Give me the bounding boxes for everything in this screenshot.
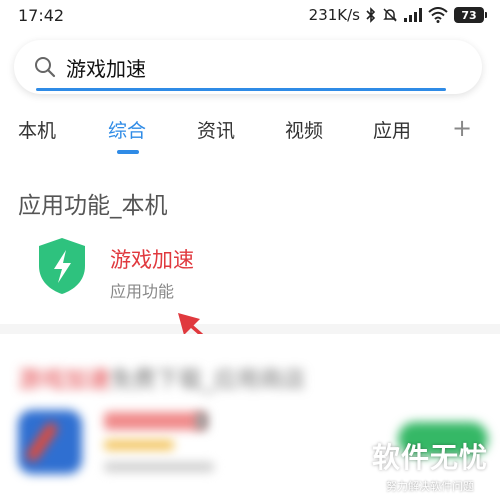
section-title: 应用功能_本机 (18, 193, 168, 219)
search-input[interactable] (66, 55, 426, 79)
signal-icon (404, 8, 422, 22)
watermark-sub: 努力解决软件问题 (386, 480, 474, 493)
tab-news[interactable]: 资讯 (197, 116, 235, 143)
tab-bar: 本机 综合 资讯 视频 应用 (0, 108, 500, 156)
tab-overall[interactable]: 综合 (108, 116, 146, 143)
tab-apps[interactable]: 应用 (373, 116, 411, 143)
result-subtitle: 应用功能 (110, 282, 175, 301)
blurred-rating-stars (104, 440, 174, 450)
blurred-app-name (104, 412, 204, 430)
wifi-icon (428, 7, 448, 23)
watermark: 软件无忧 努力解决软件问题 (360, 436, 500, 497)
shield-lightning-icon[interactable] (36, 236, 88, 296)
status-icons: 231K/s 73 (308, 6, 487, 24)
blurred-result-title: 游戏加速免费下载_应用商店 (18, 360, 306, 394)
search-box[interactable] (14, 40, 482, 94)
tab-local[interactable]: 本机 (18, 116, 56, 143)
battery-icon: 73 (454, 7, 487, 23)
blurred-app-meta (104, 462, 214, 472)
search-icon (35, 57, 56, 78)
mute-bell-icon (382, 7, 398, 23)
bluetooth-icon (366, 7, 376, 23)
tab-video[interactable]: 视频 (285, 116, 323, 143)
network-speed: 231K/s (308, 6, 360, 24)
status-time: 17:42 (18, 5, 65, 25)
blurred-app-icon (18, 410, 82, 474)
search-underline (36, 88, 446, 91)
active-tab-indicator (117, 150, 139, 154)
status-bar: 17:42 231K/s 73 (0, 0, 500, 30)
blurred-title-red: 游戏加速 (18, 367, 110, 393)
result-title[interactable]: 游戏加速 (110, 244, 194, 274)
add-tab-icon[interactable]: + (452, 114, 472, 142)
watermark-main: 软件无忧 (371, 441, 488, 474)
blurred-app-name-extra (196, 412, 208, 430)
blurred-title-gray: 免费下载_应用商店 (110, 367, 306, 393)
